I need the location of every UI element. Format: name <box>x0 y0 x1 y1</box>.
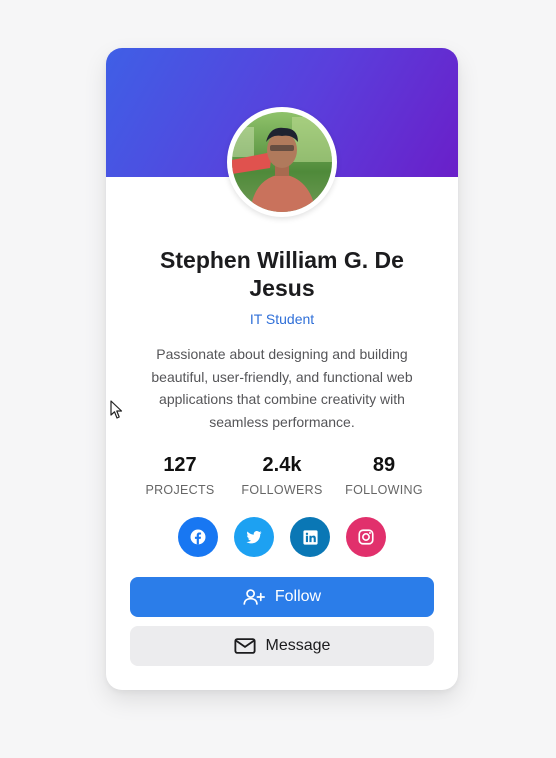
avatar <box>227 107 337 217</box>
facebook-icon <box>190 529 206 545</box>
message-button[interactable]: Message <box>130 626 434 666</box>
profile-bio: Passionate about designing and building … <box>151 346 413 430</box>
instagram-link[interactable] <box>346 517 386 557</box>
profile-stats: 127 PROJECTS 2.4k FOLLOWERS 89 FOLLOWING <box>130 452 434 497</box>
profile-role: IT Student <box>249 311 315 327</box>
twitter-link[interactable] <box>234 517 274 557</box>
stat-value: 89 <box>372 454 396 476</box>
avatar-photo <box>232 112 332 212</box>
follow-button[interactable]: Follow <box>130 577 434 617</box>
social-links <box>178 517 386 557</box>
stat-label: FOLLOWING <box>345 483 423 497</box>
message-label: Message <box>265 637 331 654</box>
instagram-icon <box>358 529 374 545</box>
stat-value: 2.4k <box>262 454 302 476</box>
stat-label: PROJECTS <box>145 483 215 497</box>
stat-following: 89 FOLLOWING <box>334 452 434 497</box>
mouse-cursor-icon <box>110 400 123 419</box>
stat-projects: 127 PROJECTS <box>130 452 230 497</box>
linkedin-link[interactable] <box>290 517 330 557</box>
add-user-icon <box>243 589 265 605</box>
profile-card: Stephen William G. De Jesus IT Student P… <box>106 48 458 690</box>
stat-followers: 2.4k FOLLOWERS <box>232 452 332 497</box>
stat-value: 127 <box>163 454 197 476</box>
facebook-link[interactable] <box>178 517 218 557</box>
stat-label: FOLLOWERS <box>241 483 323 497</box>
mail-icon <box>233 638 256 654</box>
linkedin-icon <box>302 529 318 545</box>
twitter-icon <box>246 530 262 544</box>
profile-name: Stephen William G. De Jesus <box>160 247 404 301</box>
follow-label: Follow <box>274 588 322 605</box>
